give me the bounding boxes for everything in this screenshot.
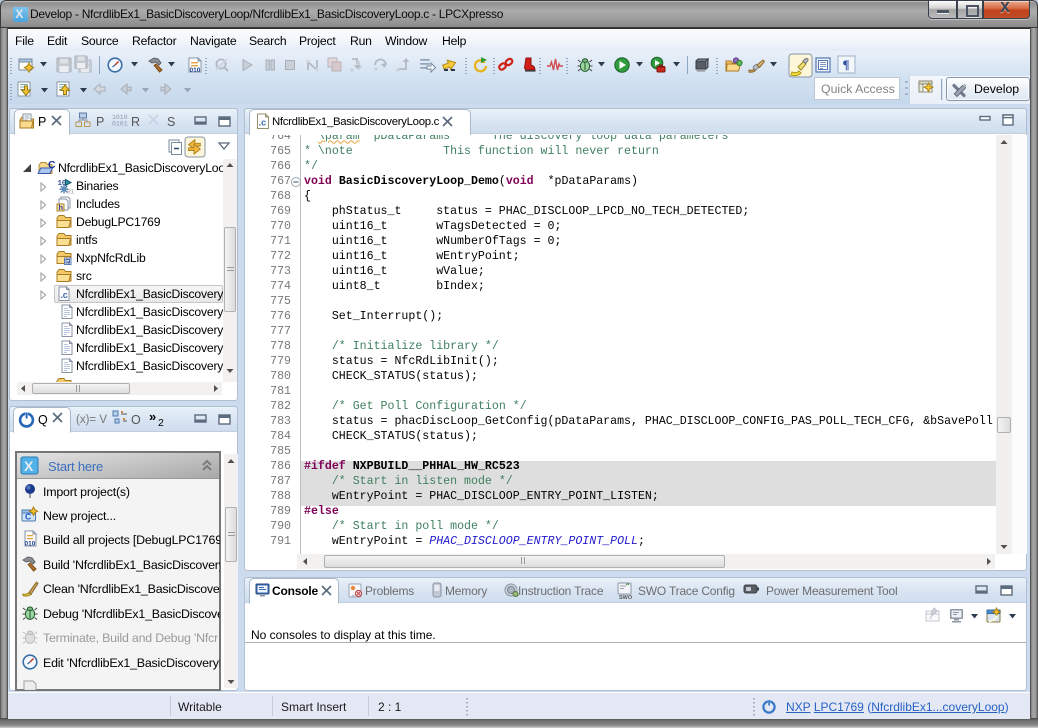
svg-text:S: S: [167, 115, 175, 129]
svg-text:P: P: [96, 115, 104, 129]
svg-text:SWO: SWO: [619, 595, 633, 601]
svg-text:.c: .c: [259, 118, 267, 128]
svg-text:C: C: [25, 512, 31, 522]
svg-text:(x)= V: (x)= V: [76, 414, 107, 426]
svg-text:Problems: Problems: [365, 584, 414, 598]
svg-text:O: O: [131, 413, 141, 427]
svg-text:¶: ¶: [843, 57, 850, 72]
svg-text:Power Measurement Tool: Power Measurement Tool: [766, 584, 897, 598]
svg-text:Instruction Trace: Instruction Trace: [518, 584, 604, 598]
svg-text:010: 010: [25, 541, 36, 548]
svg-text:2: 2: [158, 417, 164, 429]
svg-text:01: 01: [67, 188, 74, 195]
svg-text:SWO Trace Config: SWO Trace Config: [638, 584, 735, 598]
svg-text:R: R: [131, 115, 140, 129]
svg-text:X: X: [24, 458, 34, 474]
svg-text:Memory: Memory: [445, 584, 487, 598]
svg-text:.c: .c: [61, 290, 68, 300]
svg-text:0101: 0101: [112, 121, 128, 128]
svg-text:Q: Q: [38, 413, 48, 427]
svg-text:P: P: [38, 115, 46, 129]
svg-text:C: C: [48, 159, 56, 171]
svg-text:»: »: [149, 409, 156, 424]
svg-text:h: h: [59, 203, 64, 212]
